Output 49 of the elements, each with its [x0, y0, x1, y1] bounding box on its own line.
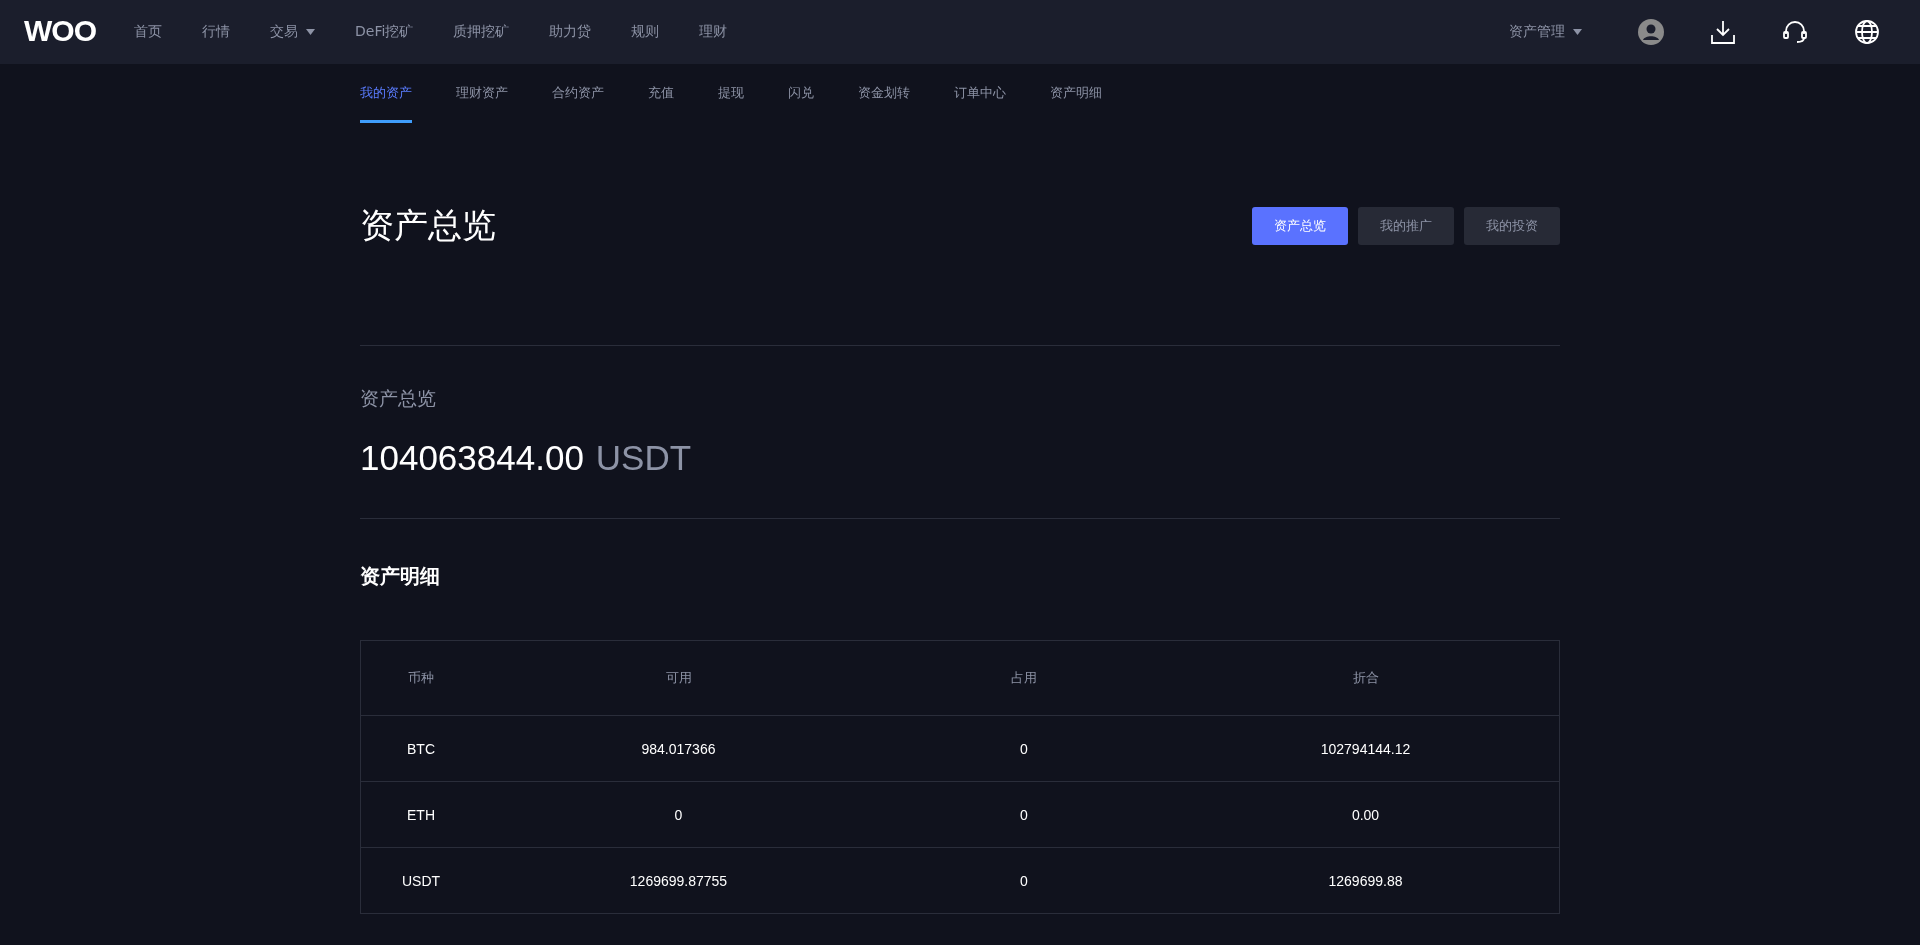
view-button[interactable]: 资产总览 — [1252, 207, 1348, 245]
table-cell-text: 0 — [673, 806, 684, 823]
table-cell-text: 1269699.88 — [1327, 872, 1404, 889]
table-cell-text: 0 — [1019, 806, 1029, 823]
nav-link[interactable]: 规则 — [611, 23, 680, 41]
nav-link[interactable]: 质押挖矿 — [433, 23, 530, 41]
headset-icon[interactable] — [1782, 19, 1808, 45]
table-cell-text: 1269699.87755 — [628, 872, 729, 889]
subnav-tab[interactable]: 资金划转 — [858, 64, 910, 123]
table-cell-text: ETH — [406, 806, 436, 823]
total-amount: 104063844.00 — [360, 438, 584, 478]
nav-link[interactable]: 首页 — [114, 23, 182, 41]
logo[interactable]: WOO — [24, 13, 96, 51]
avatar-icon[interactable] — [1638, 19, 1664, 45]
download-icon[interactable] — [1710, 19, 1736, 45]
subnav-tab[interactable]: 理财资产 — [456, 64, 508, 123]
caret-icon — [1573, 29, 1582, 35]
table-cell-text: 0 — [1019, 872, 1029, 889]
table-cell-text: 0.00 — [1350, 806, 1381, 823]
nav-link[interactable]: 理财 — [679, 23, 748, 41]
page-title: 资产总览 — [360, 204, 496, 247]
globe-icon[interactable] — [1854, 19, 1880, 45]
subnav-tab[interactable]: 充值 — [648, 64, 674, 123]
column-header: 折合 — [1351, 669, 1380, 687]
caret-icon — [306, 29, 315, 35]
asset-menu[interactable]: 资产管理 — [1509, 23, 1582, 41]
column-header: 占用 — [1010, 669, 1038, 687]
nav-link[interactable]: 交易 — [250, 23, 335, 41]
section-title: 资产明细 — [360, 563, 441, 590]
table-cell-text: 984.017366 — [640, 740, 717, 757]
view-button[interactable]: 我的投资 — [1464, 207, 1560, 245]
subnav-tab[interactable]: 合约资产 — [552, 64, 604, 123]
nav-link[interactable]: DeFi挖矿 — [335, 23, 434, 41]
nav-link[interactable]: 助力贷 — [529, 23, 612, 41]
table-cell-text: 0 — [1019, 740, 1029, 757]
nav-link[interactable]: 行情 — [182, 23, 250, 41]
subnav-tab[interactable]: 订单中心 — [954, 64, 1006, 123]
subnav-tab[interactable]: 我的资产 — [360, 64, 412, 123]
view-button[interactable]: 我的推广 — [1358, 207, 1454, 245]
subnav-tab[interactable]: 资产明细 — [1050, 64, 1102, 123]
table-cell-text: BTC — [406, 740, 436, 757]
subnav-tab[interactable]: 闪兑 — [788, 64, 814, 123]
currency-unit: USDT — [595, 438, 692, 478]
table-cell-text: 102794144.12 — [1319, 740, 1412, 757]
subnav-tab[interactable]: 提现 — [718, 64, 744, 123]
column-header: 币种 — [407, 669, 435, 687]
column-header: 可用 — [664, 669, 693, 687]
overview-label: 资产总览 — [360, 386, 437, 411]
table-cell-text: USDT — [400, 872, 442, 889]
